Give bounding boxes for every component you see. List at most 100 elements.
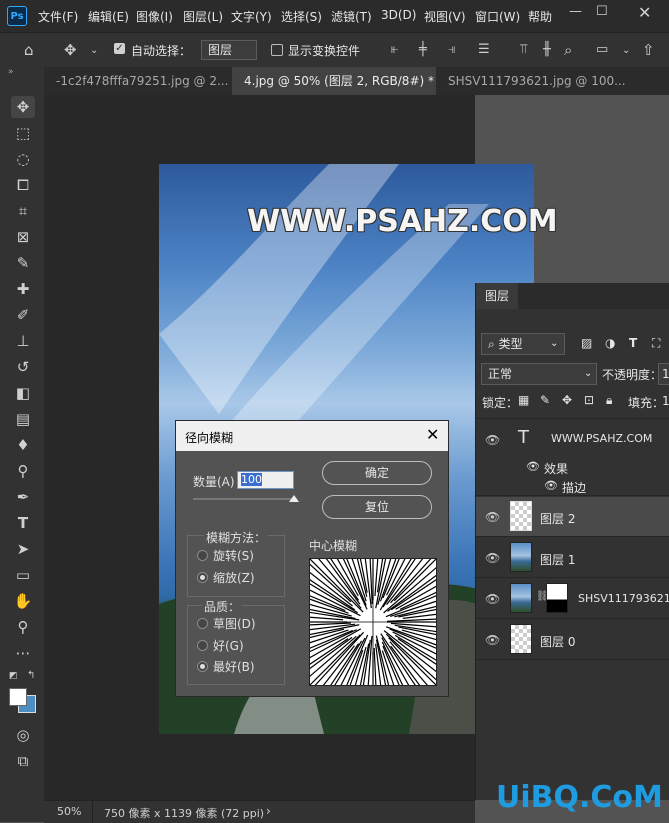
- align-middle-icon[interactable]: ╫: [543, 42, 551, 57]
- foreground-color-swatch[interactable]: [9, 688, 27, 706]
- radio-zoom[interactable]: [197, 572, 208, 583]
- menu-help[interactable]: 帮助: [528, 8, 552, 25]
- workspace-chevron-icon[interactable]: ⌄: [622, 45, 630, 56]
- filter-pixel-icon[interactable]: ▨: [581, 336, 592, 350]
- lock-all-icon[interactable]: 🔒︎: [606, 393, 612, 408]
- expand-icon[interactable]: »: [8, 67, 14, 77]
- default-colors-icon[interactable]: ◩: [9, 671, 18, 681]
- tab-document-3[interactable]: SHSV111793621.jpg @ 100...: [436, 67, 669, 95]
- marquee-tool-icon[interactable]: ⬚: [11, 122, 35, 144]
- blend-mode-select[interactable]: 正常 ⌄: [481, 363, 597, 385]
- dodge-tool-icon[interactable]: ⚲: [11, 460, 35, 482]
- layer-mask-thumbnail[interactable]: [546, 583, 568, 613]
- menu-layer[interactable]: 图层(L): [183, 8, 223, 25]
- align-left-icon[interactable]: ⫦: [391, 42, 398, 57]
- amount-slider-thumb[interactable]: [289, 495, 299, 502]
- zoom-level[interactable]: 50%: [57, 805, 81, 818]
- eye-icon[interactable]: 👁︎: [485, 633, 500, 647]
- object-select-tool-icon[interactable]: ⧠: [11, 174, 35, 196]
- tab-document-1[interactable]: -1c2f478fffa79251.jpg @ 2...: [44, 67, 232, 95]
- eye-icon[interactable]: 👁︎: [485, 551, 500, 565]
- amount-input[interactable]: 100: [237, 471, 294, 489]
- auto-select-checkbox[interactable]: ✓: [114, 43, 125, 54]
- amount-slider[interactable]: [193, 498, 297, 500]
- lasso-tool-icon[interactable]: ◌: [11, 148, 35, 170]
- history-brush-tool-icon[interactable]: ↺: [11, 356, 35, 378]
- tab-document-2[interactable]: 4.jpg @ 50% (图层 2, RGB/8#) *: [232, 67, 436, 95]
- show-transform-checkbox[interactable]: [271, 44, 283, 56]
- filter-kind-select[interactable]: ⌕ 类型 ⌄: [481, 333, 565, 355]
- align-right-icon[interactable]: ⫣: [448, 42, 456, 57]
- opacity-input[interactable]: 1: [658, 363, 669, 385]
- lock-position-icon[interactable]: ✥: [562, 393, 572, 407]
- swap-colors-icon[interactable]: ↰: [27, 670, 35, 681]
- zoom-tool-icon[interactable]: ⚲: [11, 616, 35, 638]
- lock-pixels-icon[interactable]: ✎: [540, 393, 550, 407]
- menu-filter[interactable]: 滤镜(T): [331, 8, 372, 25]
- more-tools-icon[interactable]: ⋯: [11, 642, 35, 664]
- minimize-icon[interactable]: —: [569, 4, 582, 19]
- screen-mode-icon[interactable]: ⧉: [11, 750, 35, 772]
- filter-adjustment-icon[interactable]: ◑: [605, 336, 615, 350]
- pen-tool-icon[interactable]: ✒: [11, 486, 35, 508]
- gradient-tool-icon[interactable]: ▤: [11, 408, 35, 430]
- share-icon[interactable]: ⇧: [642, 41, 655, 59]
- filter-type-icon[interactable]: T: [629, 336, 637, 350]
- workspace-icon[interactable]: ▭: [596, 42, 608, 57]
- lock-artboard-icon[interactable]: ⊡: [584, 393, 594, 407]
- fill-value[interactable]: 1: [662, 394, 669, 408]
- home-icon[interactable]: ⌂: [24, 41, 34, 59]
- blur-tool-icon[interactable]: ♦: [11, 434, 35, 456]
- move-tool-icon[interactable]: ✥: [64, 41, 77, 59]
- layer-row[interactable]: 👁︎ 图层 1: [476, 538, 669, 578]
- healing-brush-tool-icon[interactable]: ✚: [11, 278, 35, 300]
- reset-button[interactable]: 复位: [322, 495, 432, 519]
- stamp-tool-icon[interactable]: ⊥: [11, 330, 35, 352]
- menu-edit[interactable]: 编辑(E): [88, 8, 129, 25]
- layer-row[interactable]: 👁︎ ⛓ SHSV111793621: [476, 579, 669, 619]
- menu-3d[interactable]: 3D(D): [381, 8, 416, 22]
- eye-icon[interactable]: 👁︎: [485, 592, 500, 606]
- menu-select[interactable]: 选择(S): [281, 8, 322, 25]
- effects-eye-icon[interactable]: 👁︎: [526, 460, 540, 473]
- layer-row[interactable]: 👁︎ 图层 0: [476, 620, 669, 660]
- dialog-title-bar[interactable]: 径向模糊 ✕: [176, 421, 448, 451]
- eye-icon[interactable]: 👁︎: [485, 510, 500, 524]
- type-tool-icon[interactable]: T: [11, 512, 35, 534]
- radio-good[interactable]: [197, 640, 208, 651]
- chevron-right-icon[interactable]: ›: [266, 804, 271, 818]
- radio-draft[interactable]: [197, 618, 208, 629]
- filter-shape-icon[interactable]: ⛶: [652, 336, 660, 351]
- move-tool-icon[interactable]: ✥: [11, 96, 35, 118]
- menu-view[interactable]: 视图(V): [424, 8, 466, 25]
- blur-center-preview[interactable]: [309, 558, 437, 686]
- document-info[interactable]: 750 像素 x 1139 像素 (72 ppi): [104, 805, 264, 821]
- radio-spin[interactable]: [197, 550, 208, 561]
- ok-button[interactable]: 确定: [322, 461, 432, 485]
- menu-file[interactable]: 文件(F): [38, 8, 78, 25]
- stroke-eye-icon[interactable]: 👁︎: [544, 479, 558, 492]
- eyedropper-tool-icon[interactable]: ✎: [11, 252, 35, 274]
- menu-image[interactable]: 图像(I): [136, 8, 173, 25]
- menu-window[interactable]: 窗口(W): [475, 8, 520, 25]
- distribute-icon[interactable]: ☰: [478, 42, 490, 57]
- quick-mask-icon[interactable]: ◎: [11, 724, 35, 746]
- close-window-icon[interactable]: ✕: [638, 3, 651, 22]
- align-center-icon[interactable]: ╪: [419, 42, 427, 57]
- frame-tool-icon[interactable]: ⊠: [11, 226, 35, 248]
- layers-tab[interactable]: 图层: [476, 283, 518, 309]
- maximize-icon[interactable]: ☐: [596, 4, 608, 19]
- eraser-tool-icon[interactable]: ◧: [11, 382, 35, 404]
- crop-tool-icon[interactable]: ⌗: [11, 200, 35, 222]
- hand-tool-icon[interactable]: ✋: [11, 590, 35, 612]
- lock-transparent-icon[interactable]: ▦: [518, 393, 529, 407]
- eye-icon[interactable]: 👁︎: [485, 433, 500, 447]
- search-icon[interactable]: ⌕: [564, 41, 572, 59]
- brush-tool-icon[interactable]: ✐: [11, 304, 35, 326]
- close-icon[interactable]: ✕: [426, 425, 439, 444]
- align-top-icon[interactable]: ⫪: [520, 42, 527, 57]
- menu-type[interactable]: 文字(Y): [231, 8, 272, 25]
- path-select-tool-icon[interactable]: ➤: [11, 538, 35, 560]
- radio-best[interactable]: [197, 661, 208, 672]
- layer-row[interactable]: 👁︎ 图层 2: [476, 497, 669, 537]
